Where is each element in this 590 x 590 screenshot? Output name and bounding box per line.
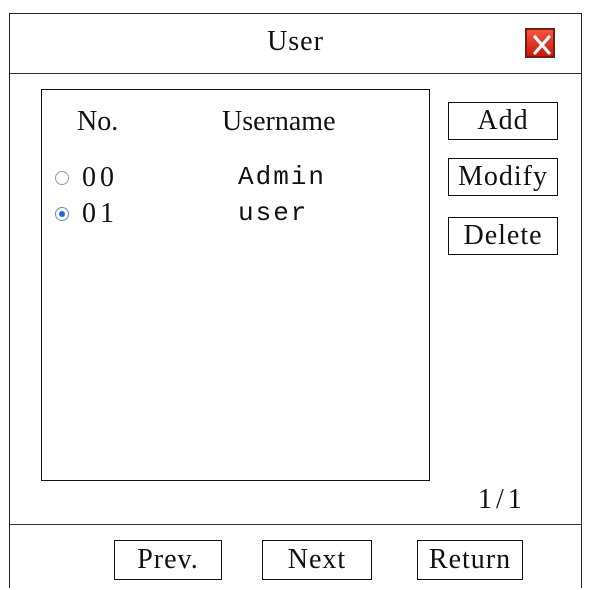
user-number: 00 <box>82 162 118 193</box>
title-bar: User <box>10 14 581 74</box>
radio-button-01[interactable] <box>55 207 69 221</box>
user-name: Admin <box>238 162 327 192</box>
user-list-panel: No. Username 00 Admin 01 user <box>41 89 430 481</box>
user-row-00[interactable]: 00 Admin <box>42 162 429 196</box>
next-button[interactable]: Next <box>262 540 372 580</box>
dialog-title: User <box>267 26 324 57</box>
page-indicator: 1/1 <box>478 484 526 515</box>
column-header-no: No. <box>77 106 119 137</box>
prev-button[interactable]: Prev. <box>114 540 222 580</box>
delete-button[interactable]: Delete <box>448 217 558 255</box>
footer-bar: Prev. Next Return <box>10 524 581 590</box>
close-x-icon <box>533 35 551 55</box>
user-dialog: User No. Username 00 Admin 01 user Add M… <box>9 13 582 588</box>
user-number: 01 <box>82 198 118 229</box>
radio-button-00[interactable] <box>55 171 69 185</box>
modify-button[interactable]: Modify <box>448 158 558 196</box>
user-name: user <box>238 198 309 228</box>
add-button[interactable]: Add <box>448 102 558 140</box>
close-button[interactable] <box>525 28 555 58</box>
column-header-username: Username <box>222 106 336 137</box>
user-row-01[interactable]: 01 user <box>42 198 429 232</box>
return-button[interactable]: Return <box>417 540 523 580</box>
